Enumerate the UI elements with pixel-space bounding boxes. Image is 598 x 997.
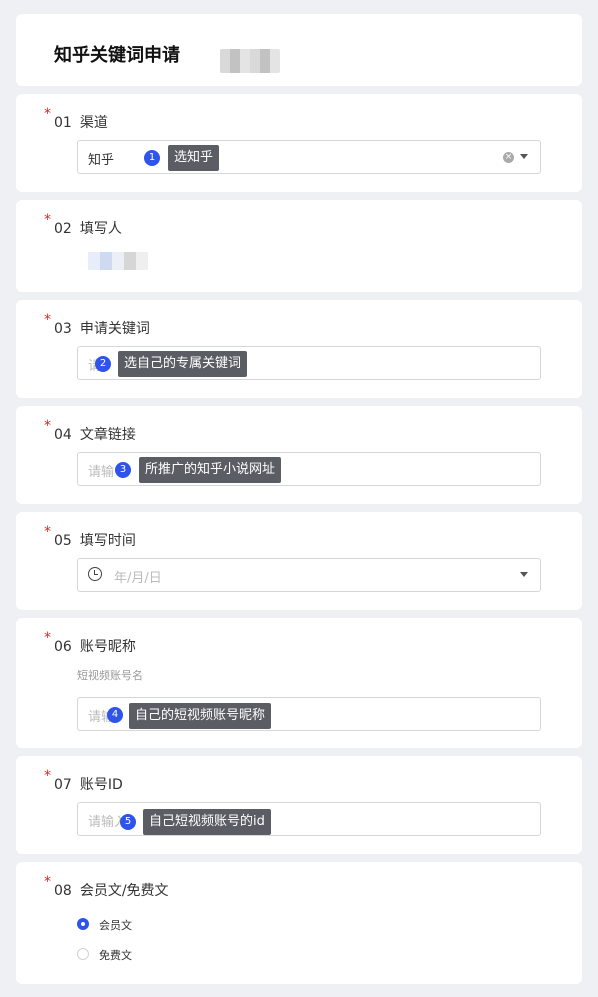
step-badge: 3 xyxy=(115,462,131,478)
radio-label-member[interactable]: 会员文 xyxy=(99,917,132,933)
question-number: 05 xyxy=(54,533,72,549)
question-text: 渠道 xyxy=(79,115,108,131)
required-mark: * xyxy=(44,768,51,784)
required-mark: * xyxy=(44,874,51,890)
question-label: * 03 申请关键词 xyxy=(44,312,150,338)
question-fill-time: * 05 填写时间 年/月/日 xyxy=(16,512,582,610)
clock-icon xyxy=(88,567,102,581)
form-title: 知乎关键词申请 xyxy=(54,45,180,66)
question-label: * 01 渠道 xyxy=(44,106,108,132)
annotation-tooltip: 所推广的知乎小说网址 xyxy=(139,457,282,483)
required-mark: * xyxy=(44,212,51,228)
form-header: 知乎关键词申请 xyxy=(16,14,582,86)
question-filler: * 02 填写人 xyxy=(16,200,582,292)
question-label: * 02 填写人 xyxy=(44,212,122,238)
question-number: 01 xyxy=(54,115,72,131)
input-placeholder: 请输 xyxy=(88,465,115,480)
blurred-user-name xyxy=(88,252,148,270)
required-mark: * xyxy=(44,630,51,646)
question-account-id: * 07 账号ID 请输入 5 自己短视频账号的id xyxy=(16,756,582,854)
radio-free[interactable] xyxy=(77,948,89,960)
question-text: 填写时间 xyxy=(79,533,136,549)
question-hint: 短视频账号名 xyxy=(77,669,143,682)
date-picker[interactable]: 年/月/日 xyxy=(77,558,541,592)
question-text: 文章链接 xyxy=(79,427,136,443)
question-account-nickname: * 06 账号昵称 短视频账号名 请输 4 自己的短视频账号昵称 xyxy=(16,618,582,748)
question-text: 填写人 xyxy=(79,221,122,237)
question-label: * 07 账号ID xyxy=(44,768,123,794)
question-text: 会员文/免费文 xyxy=(79,883,169,899)
required-mark: * xyxy=(44,106,51,122)
annotation-tooltip: 自己短视频账号的id xyxy=(143,809,271,835)
question-article-link: * 04 文章链接 请输 3 所推广的知乎小说网址 xyxy=(16,406,582,504)
step-badge: 5 xyxy=(120,814,136,830)
question-label: * 08 会员文/免费文 xyxy=(44,874,169,900)
annotation-tooltip: 选自己的专属关键词 xyxy=(118,351,248,377)
blurred-tag-image xyxy=(220,49,280,73)
chevron-down-icon[interactable] xyxy=(520,572,528,577)
question-number: 07 xyxy=(54,777,72,793)
clear-icon[interactable]: × xyxy=(503,152,514,163)
step-badge: 2 xyxy=(95,356,111,372)
question-text: 申请关键词 xyxy=(79,321,150,337)
annotation-tooltip: 选知乎 xyxy=(168,145,220,171)
question-label: * 06 账号昵称 xyxy=(44,630,136,656)
chevron-down-icon[interactable] xyxy=(520,154,528,159)
question-member-type: * 08 会员文/免费文 会员文 免费文 xyxy=(16,862,582,984)
date-placeholder: 年/月/日 xyxy=(114,571,162,586)
required-mark: * xyxy=(44,418,51,434)
question-channel: * 01 渠道 知乎 × 1 选知乎 xyxy=(16,94,582,192)
question-number: 06 xyxy=(54,639,72,655)
question-label: * 04 文章链接 xyxy=(44,418,136,444)
question-number: 04 xyxy=(54,427,72,443)
radio-member[interactable] xyxy=(77,918,89,930)
channel-value: 知乎 xyxy=(88,153,115,168)
step-badge: 1 xyxy=(144,150,160,166)
question-number: 02 xyxy=(54,221,72,237)
required-mark: * xyxy=(44,312,51,328)
question-text: 账号ID xyxy=(79,777,123,793)
question-label: * 05 填写时间 xyxy=(44,524,136,550)
question-number: 08 xyxy=(54,883,72,899)
question-text: 账号昵称 xyxy=(79,639,136,655)
step-badge: 4 xyxy=(107,707,123,723)
radio-label-free[interactable]: 免费文 xyxy=(99,947,132,963)
question-keyword: *03申请关键词 请 2 选自己的专属关键词 xyxy=(16,300,582,398)
question-number: 03 xyxy=(54,321,72,337)
required-mark: * xyxy=(44,524,51,540)
annotation-tooltip: 自己的短视频账号昵称 xyxy=(129,703,272,729)
